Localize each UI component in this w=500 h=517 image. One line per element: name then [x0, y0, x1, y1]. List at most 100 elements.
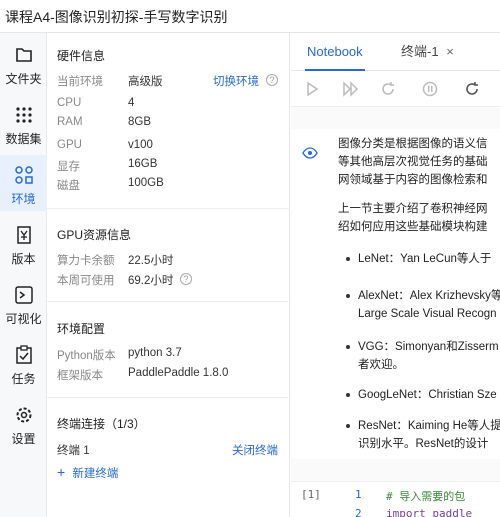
env-icon [15, 166, 33, 184]
folder-icon [16, 48, 32, 62]
current-env-value: 高级版 [128, 76, 163, 88]
list-item: 识别水平。ResNet的设计 [358, 438, 489, 450]
grid-icon [16, 107, 32, 123]
python-label: Python版本 [57, 350, 116, 362]
divider [47, 397, 290, 398]
hw-val-disk: 100GB [128, 177, 164, 189]
hw-key-cpu: CPU [57, 97, 82, 109]
framework-value: PaddlePaddle 1.8.0 [128, 367, 229, 379]
hw-val-vram: 16GB [128, 158, 158, 170]
nav-label-env: 环境 [11, 192, 36, 206]
nav-label-version: 版本 [11, 252, 36, 266]
run-icon[interactable] [303, 80, 321, 98]
para-line: 图像分类是根据图像的语义信 [338, 138, 488, 150]
nav-label-datasets: 数据集 [5, 132, 42, 146]
gpu-title: GPU资源信息 [57, 228, 132, 242]
list-item: Large Scale Visual Recogn [358, 308, 497, 320]
gpu-remaining-value: 22.5小时 [128, 255, 174, 267]
current-env-label: 当前环境 [57, 76, 103, 88]
list-bullet [346, 294, 350, 298]
task-icon [16, 345, 32, 364]
list-item: LeNet：Yan LeCun等人于 [358, 253, 492, 265]
terminal-item[interactable]: 终端 1 [57, 442, 90, 458]
title-bar: 课程A4-图像识别初探-手写数字识别 [0, 0, 500, 33]
nav-label-files: 文件夹 [5, 72, 42, 86]
code-line: # 导入需要的包 [386, 490, 466, 503]
plus-icon: + [57, 464, 66, 480]
list-item: 者欢迎。 [358, 359, 404, 371]
line-number: 2 [355, 507, 362, 517]
cell-gap [291, 459, 500, 481]
chart-icon [15, 286, 33, 304]
list-item: AlexNet：Alex Krizhevsky等 [358, 290, 500, 302]
gpu-weekly-label: 本周可使用 [57, 275, 115, 287]
hw-key-disk: 磁盘 [57, 180, 80, 192]
hw-key-vram: 显存 [57, 161, 80, 173]
list-bullet [346, 257, 350, 261]
cell-gap [291, 107, 500, 129]
list-bullet [346, 393, 350, 397]
list-item: VGG：Simonyan和Zisserm [358, 341, 499, 353]
markdown-cell[interactable]: 图像分类是根据图像的语义信 等其他高层次视觉任务的基础 网领域基于内容的图像检索… [291, 135, 500, 455]
eye-icon[interactable] [302, 147, 318, 159]
terminal-title: 终端连接（1/3） [57, 417, 146, 431]
hw-val-gpu: v100 [128, 139, 153, 151]
hw-val-ram: 8GB [128, 116, 152, 128]
restart-run-icon[interactable] [379, 80, 397, 98]
nav-item-env[interactable]: 环境 [0, 155, 47, 211]
para-line: 网领域基于内容的图像检索和 [338, 174, 488, 186]
list-item: ResNet：Kaiming He等人提 [358, 420, 500, 432]
tab-terminal-1[interactable]: 终端-1 × [401, 33, 454, 71]
help-icon[interactable]: ? [180, 273, 192, 285]
window-title: 课程A4-图像识别初探-手写数字识别 [5, 9, 228, 25]
list-bullet [346, 424, 350, 428]
nav-item-files[interactable]: 文件夹 [0, 35, 47, 91]
tab-notebook[interactable]: Notebook [305, 33, 365, 71]
envcfg-title: 环境配置 [57, 322, 106, 336]
hw-val-cpu: 4 [128, 97, 135, 109]
nav-label-viz: 可视化 [5, 312, 42, 326]
para-line: 等其他高层次视觉任务的基础 [338, 156, 488, 168]
code-cell[interactable]: [1] 1 # 导入需要的包 2 import paddle [291, 481, 500, 517]
notebook-content: 图像分类是根据图像的语义信 等其他高层次视觉任务的基础 网领域基于内容的图像检索… [291, 107, 500, 517]
version-icon [17, 226, 31, 244]
editor-tabs: Notebook 终端-1 × [291, 33, 500, 71]
close-icon[interactable]: × [446, 44, 454, 59]
code-line: import paddle [386, 507, 473, 517]
nav-item-datasets[interactable]: 数据集 [0, 95, 47, 151]
new-terminal-label: 新建终端 [72, 468, 119, 480]
close-terminal-link[interactable]: 关闭终端 [232, 442, 278, 458]
para-line: 绍如何应用这些基础模块构建 [338, 221, 488, 233]
new-terminal-button[interactable]: + 新建终端 [57, 464, 118, 481]
nav-item-version[interactable]: 版本 [0, 215, 47, 271]
stop-icon[interactable] [421, 80, 439, 98]
nav-label-settings: 设置 [11, 432, 36, 446]
switch-env-link[interactable]: 切换环境 [213, 73, 259, 89]
hw-key-ram: RAM [57, 116, 83, 128]
list-item: GoogLeNet：Christian Sze [358, 389, 497, 401]
hw-key-gpu: GPU [57, 139, 82, 151]
gear-icon [16, 407, 32, 423]
list-bullet [346, 345, 350, 349]
nav-item-tasks[interactable]: 任务 [0, 335, 47, 391]
gpu-remaining-label: 算力卡余额 [57, 255, 115, 267]
environment-panel: 硬件信息 当前环境 高级版 切换环境 ? CPU 4 RAM 8GB GPU v… [47, 33, 290, 517]
gpu-weekly-value: 69.2小时 [128, 275, 174, 287]
framework-label: 框架版本 [57, 370, 103, 382]
divider [47, 208, 290, 209]
exec-count: [1] [301, 488, 321, 501]
tab-terminal-label: 终端-1 [401, 44, 439, 59]
nav-label-tasks: 任务 [11, 372, 36, 386]
python-value: python 3.7 [128, 347, 182, 359]
divider [47, 301, 290, 302]
notebook-toolbar [291, 71, 500, 107]
run-all-icon[interactable] [341, 80, 359, 98]
hardware-title: 硬件信息 [57, 49, 106, 63]
nav-item-settings[interactable]: 设置 [0, 395, 47, 451]
side-nav: 文件夹 数据集 环境 版本 可视化 任务 设置 [0, 33, 47, 517]
restart-icon[interactable] [463, 80, 481, 98]
nav-item-viz[interactable]: 可视化 [0, 275, 47, 331]
help-icon[interactable]: ? [266, 74, 278, 86]
para-line: 上一节主要介绍了卷积神经网 [338, 203, 488, 215]
line-number: 1 [355, 488, 362, 501]
